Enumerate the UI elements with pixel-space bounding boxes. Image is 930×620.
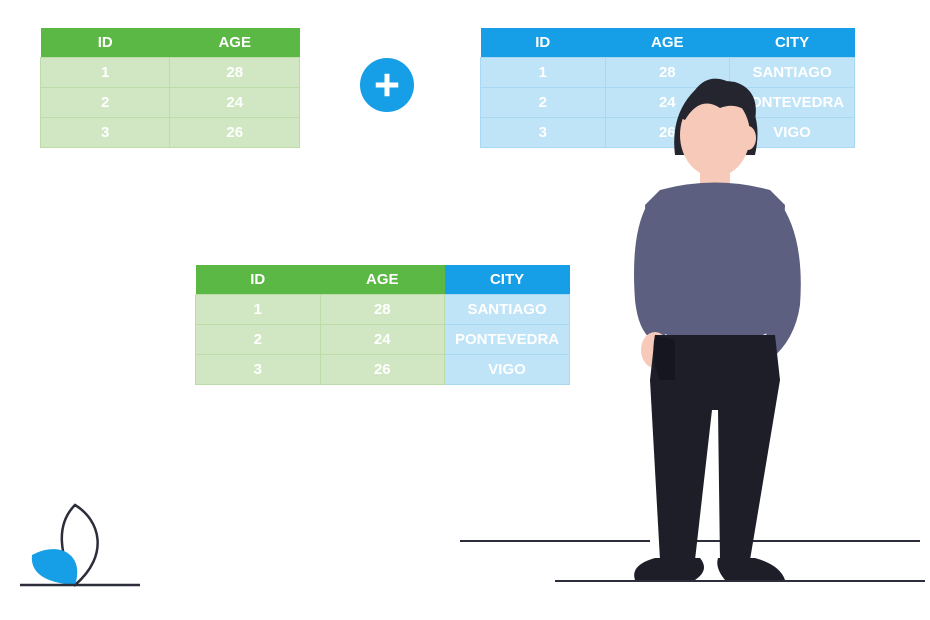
cell: PONTEVEDRA (730, 88, 855, 118)
cell: VIGO (445, 355, 570, 385)
cell: 26 (170, 118, 300, 148)
table-row: 1 28 (41, 58, 300, 88)
cell: 3 (481, 118, 606, 148)
leaf-icon (20, 485, 160, 595)
cell: SANTIAGO (445, 295, 570, 325)
cell: 26 (320, 355, 445, 385)
result-header-city: CITY (445, 265, 570, 295)
cell: PONTEVEDRA (445, 325, 570, 355)
cell: VIGO (730, 118, 855, 148)
right-header-city: CITY (730, 28, 855, 58)
table-row: 2 24 PONTEVEDRA (196, 325, 570, 355)
plus-icon (360, 58, 414, 112)
cell: 1 (196, 295, 321, 325)
right-header-age: AGE (605, 28, 730, 58)
cell: 24 (320, 325, 445, 355)
table-row: 1 28 SANTIAGO (481, 58, 855, 88)
right-header-id: ID (481, 28, 606, 58)
table-row: 2 24 (41, 88, 300, 118)
cell: 2 (481, 88, 606, 118)
left-header-id: ID (41, 28, 170, 58)
table-row: 1 28 SANTIAGO (196, 295, 570, 325)
cell: 28 (320, 295, 445, 325)
cell: SANTIAGO (730, 58, 855, 88)
cell: 28 (170, 58, 300, 88)
left-header-age: AGE (170, 28, 300, 58)
ground-line (670, 540, 920, 542)
table-row: 2 24 PONTEVEDRA (481, 88, 855, 118)
cell: 28 (605, 58, 730, 88)
result-header-age: AGE (320, 265, 445, 295)
cell: 2 (196, 325, 321, 355)
cell: 24 (170, 88, 300, 118)
left-table: ID AGE 1 28 2 24 3 26 (40, 28, 300, 148)
cell: 3 (196, 355, 321, 385)
table-row: 3 26 VIGO (196, 355, 570, 385)
cell: 1 (41, 58, 170, 88)
result-table: ID AGE CITY 1 28 SANTIAGO 2 24 PONTEVEDR… (195, 265, 570, 385)
result-header-id: ID (196, 265, 321, 295)
ground-line (460, 540, 650, 542)
table-row: 3 26 VIGO (481, 118, 855, 148)
ground-line (555, 580, 925, 582)
cell: 2 (41, 88, 170, 118)
cell: 26 (605, 118, 730, 148)
table-row: 3 26 (41, 118, 300, 148)
cell: 24 (605, 88, 730, 118)
cell: 1 (481, 58, 606, 88)
right-table: ID AGE CITY 1 28 SANTIAGO 2 24 PONTEVEDR… (480, 28, 855, 148)
cell: 3 (41, 118, 170, 148)
